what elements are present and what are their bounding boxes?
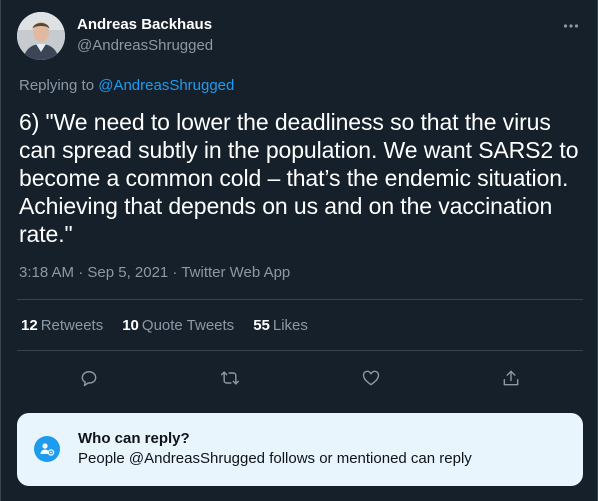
retweets-label: Retweets	[40, 317, 104, 334]
replying-to-prefix: Replying to	[19, 77, 99, 94]
divider	[17, 350, 583, 351]
author-display-name[interactable]: Andreas Backhaus	[77, 15, 213, 35]
likes-label: Likes	[272, 317, 308, 334]
retweets-stat[interactable]: 12 Retweets	[21, 316, 103, 336]
quote-tweets-count: 10	[122, 317, 139, 334]
retweets-count: 12	[21, 317, 38, 334]
author-names: Andreas Backhaus @AndreasShrugged	[77, 15, 213, 56]
reply-icon[interactable]	[73, 362, 105, 394]
replying-to-handle-link[interactable]: @AndreasShrugged	[98, 77, 234, 94]
avatar[interactable]	[17, 12, 65, 60]
tweet-text: 6) "We need to lower the deadliness so t…	[19, 109, 579, 247]
likes-stat[interactable]: 55 Likes	[253, 316, 308, 336]
who-can-reply-description: People @AndreasShrugged follows or menti…	[78, 450, 472, 467]
divider	[17, 299, 583, 300]
tweet-header: Andreas Backhaus @AndreasShrugged	[17, 12, 583, 64]
like-icon[interactable]	[355, 362, 387, 394]
tweet-actions	[17, 362, 583, 394]
retweet-icon[interactable]	[214, 362, 246, 394]
likes-count: 55	[253, 317, 270, 334]
quote-tweets-stat[interactable]: 10 Quote Tweets	[122, 316, 234, 336]
more-options-icon[interactable]	[559, 14, 583, 38]
who-can-reply-title: Who can reply?	[78, 430, 190, 447]
share-icon[interactable]	[495, 362, 527, 394]
mention-user-icon	[34, 436, 60, 462]
tweet-timestamp[interactable]: 3:18 AM · Sep 5, 2021 · Twitter Web App	[19, 263, 290, 283]
tweet-detail-panel: Andreas Backhaus @AndreasShrugged Replyi…	[0, 0, 598, 501]
author-handle[interactable]: @AndreasShrugged	[77, 36, 213, 56]
who-can-reply-box: Who can reply? People @AndreasShrugged f…	[17, 413, 583, 486]
tweet-stats: 12 Retweets 10 Quote Tweets 55 Likes	[21, 316, 327, 336]
quote-tweets-label: Quote Tweets	[141, 317, 235, 334]
replying-to: Replying to @AndreasShrugged	[19, 76, 234, 96]
